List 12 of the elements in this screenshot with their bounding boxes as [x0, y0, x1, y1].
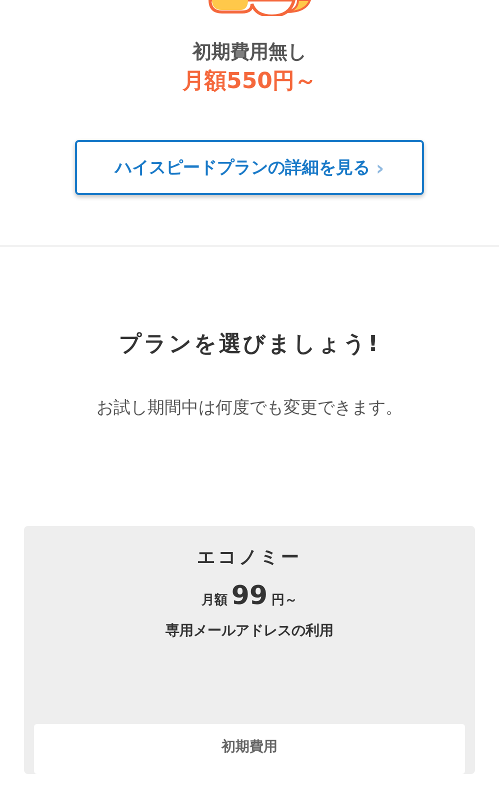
detail-label: 初期費用 [222, 739, 278, 755]
plan-name: エコノミー [196, 546, 303, 570]
price-prefix: 月額 [201, 592, 228, 609]
plan-price: 99 [231, 580, 268, 612]
price-text: 月額550円～ [182, 68, 318, 96]
chevron-icon: › [376, 156, 384, 180]
fee-note: 初期費用無し [191, 40, 308, 65]
details-button[interactable]: ハイスピードプランの詳細を見る › [75, 140, 424, 195]
section-heading: プランを選びましょう! [118, 331, 382, 359]
plan-feature: 専用メールアドレスの利用 [164, 622, 334, 641]
price-suffix: 円～ [272, 592, 298, 609]
section-subtitle: お試し期間中は何度でも変更できます。 [96, 397, 404, 420]
